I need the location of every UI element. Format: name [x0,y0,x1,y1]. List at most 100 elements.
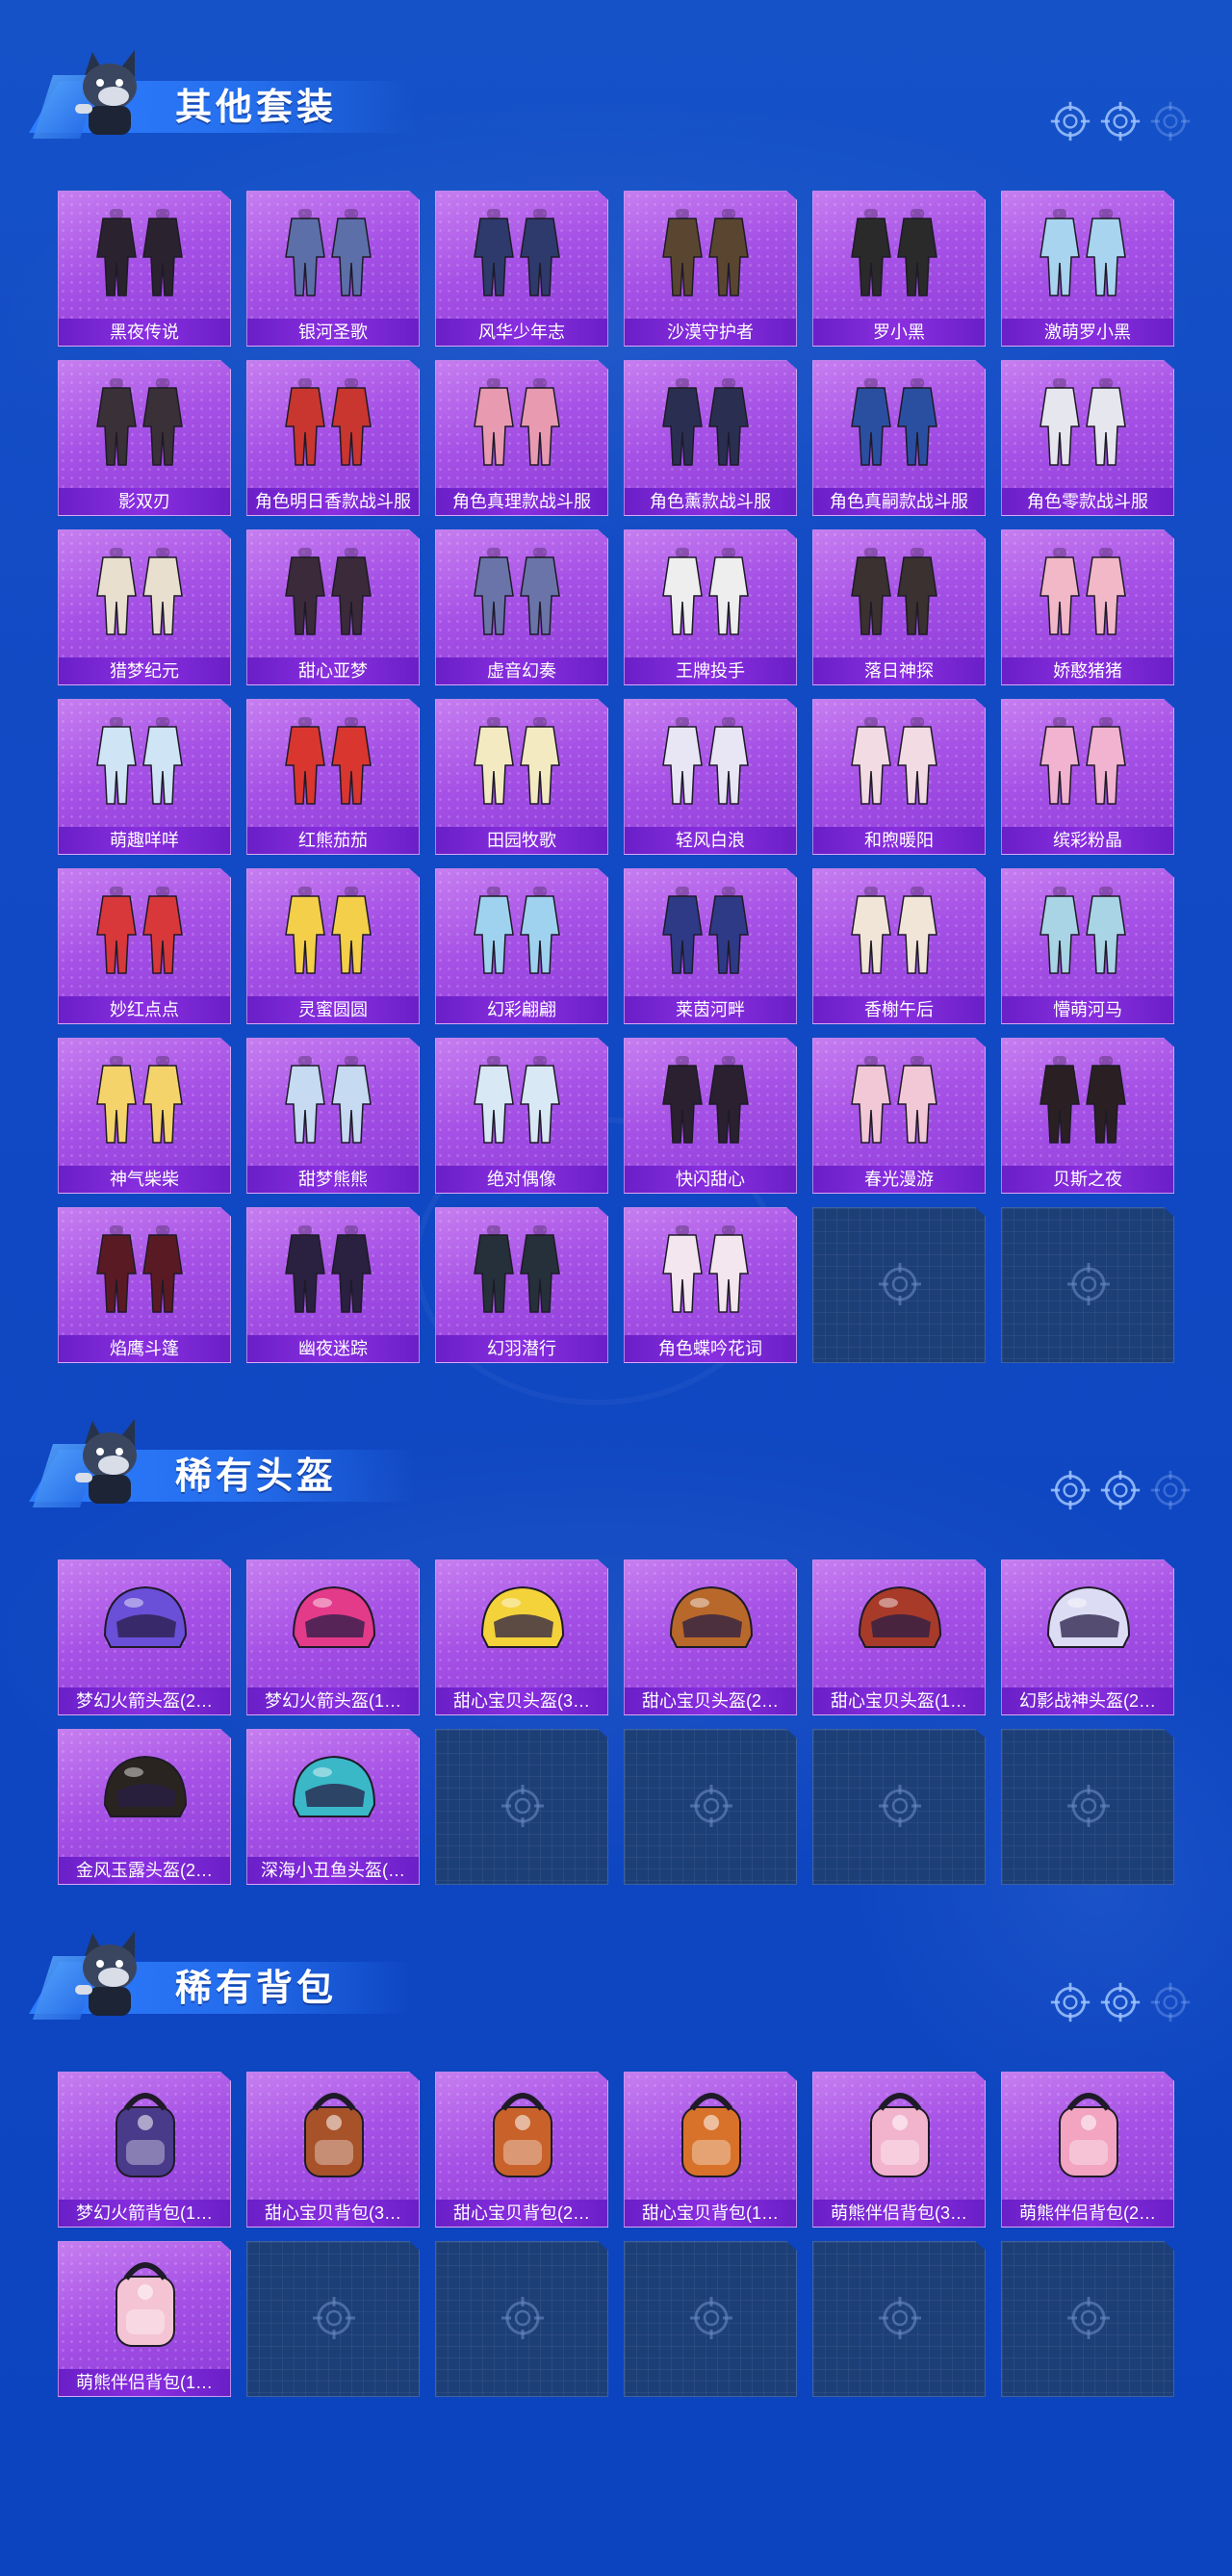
item-card[interactable]: 懵萌河马 [1001,868,1174,1024]
empty-slot-icon [877,2295,923,2341]
helmet-icon [103,1755,188,1817]
item-card[interactable]: 梦幻火箭头盔(2… [58,1559,231,1715]
item-card[interactable]: 幽夜迷踪 [246,1207,420,1363]
empty-slot-icon [1065,2295,1112,2341]
item-card[interactable]: 萌熊伴侣背包(1… [58,2241,231,2397]
crosshair-icon [1067,1263,1110,1305]
item-card[interactable]: 角色薰款战斗服 [624,360,797,516]
item-card[interactable]: 神气柴柴 [58,1038,231,1194]
pager-dot[interactable] [1099,1469,1142,1511]
item-card[interactable]: 风华少年志 [435,191,608,347]
item-image [654,877,769,985]
pager-dot[interactable] [1149,1469,1192,1511]
item-card[interactable]: 角色真嗣款战斗服 [812,360,986,516]
item-card[interactable]: 银河圣歌 [246,191,420,347]
item-image [276,1046,392,1154]
item-card[interactable]: 幻彩翩翩 [435,868,608,1024]
item-card[interactable]: 香榭午后 [812,868,986,1024]
item-label: 梦幻火箭头盔(1… [247,1687,419,1714]
item-label: 甜心宝贝背包(1… [625,2200,796,2227]
crosshair-icon [501,2297,544,2339]
item-card[interactable]: 莱茵河畔 [624,868,797,1024]
item-card[interactable]: 甜心宝贝头盔(1… [812,1559,986,1715]
item-image [276,1738,392,1845]
item-image [88,877,203,985]
item-image [842,877,958,985]
item-card[interactable]: 幻影战神头盔(2… [1001,1559,1174,1715]
item-card[interactable]: 金风玉露头盔(2… [58,1729,231,1885]
item-card[interactable]: 王牌投手 [624,529,797,685]
pager-dot[interactable] [1099,1981,1142,2023]
item-image [1031,877,1146,985]
item-card[interactable]: 娇憨猪猪 [1001,529,1174,685]
item-card[interactable]: 猎梦纪元 [58,529,231,685]
pager-dot[interactable] [1149,100,1192,142]
crosshair-icon [1150,101,1191,142]
item-card[interactable]: 萌熊伴侣背包(3… [812,2072,986,2228]
empty-slot-icon [688,2295,734,2341]
empty-slot [812,1207,986,1363]
item-card[interactable]: 激萌罗小黑 [1001,191,1174,347]
item-card[interactable]: 灵蜜圆圆 [246,868,420,1024]
item-label: 萌熊伴侣背包(3… [813,2200,985,2227]
item-card[interactable]: 萌趣咩咩 [58,699,231,855]
item-card[interactable]: 甜心宝贝背包(1… [624,2072,797,2228]
item-card[interactable]: 红熊茄茄 [246,699,420,855]
item-card[interactable]: 田园牧歌 [435,699,608,855]
pager-dot[interactable] [1099,100,1142,142]
item-card[interactable]: 萌熊伴侣背包(2… [1001,2072,1174,2228]
empty-slot-icon [1065,1783,1112,1829]
item-card[interactable]: 梦幻火箭头盔(1… [246,1559,420,1715]
item-card[interactable]: 罗小黑 [812,191,986,347]
empty-slot-icon [500,1783,546,1829]
item-card[interactable]: 甜心宝贝背包(2… [435,2072,608,2228]
item-card[interactable]: 和煦暖阳 [812,699,986,855]
item-card[interactable]: 贝斯之夜 [1001,1038,1174,1194]
item-card[interactable]: 角色真理款战斗服 [435,360,608,516]
item-label: 王牌投手 [625,657,796,684]
item-card[interactable]: 甜心宝贝头盔(3… [435,1559,608,1715]
outfit-cat-icon [851,209,937,296]
mascot-wrapper [67,1927,150,2023]
item-card[interactable]: 焰鹰斗篷 [58,1207,231,1363]
item-image [654,199,769,307]
pager-dot[interactable] [1049,1469,1091,1511]
item-image [654,708,769,815]
item-label: 和煦暖阳 [813,827,985,854]
item-image [465,2080,580,2188]
item-card[interactable]: 深海小丑鱼头盔(… [246,1729,420,1885]
item-card[interactable]: 快闪甜心 [624,1038,797,1194]
item-card[interactable]: 幻羽潜行 [435,1207,608,1363]
pager-dot[interactable] [1149,1981,1192,2023]
item-card[interactable]: 黑夜传说 [58,191,231,347]
item-card[interactable]: 春光漫游 [812,1038,986,1194]
empty-slot-icon [877,1783,923,1829]
item-label: 角色真嗣款战斗服 [813,488,985,515]
item-card[interactable]: 梦幻火箭背包(1… [58,2072,231,2228]
item-image [842,2080,958,2188]
outfit-dress-icon [285,887,372,974]
item-card[interactable]: 甜梦熊熊 [246,1038,420,1194]
item-card[interactable]: 轻风白浪 [624,699,797,855]
item-image [1031,2080,1146,2188]
outfit-robe-icon [474,209,560,296]
item-label: 春光漫游 [813,1166,985,1193]
item-card[interactable]: 妙红点点 [58,868,231,1024]
pager-dot[interactable] [1049,1981,1091,2023]
backpack-icon [116,2093,175,2177]
item-card[interactable]: 角色明日香款战斗服 [246,360,420,516]
item-card[interactable]: 角色零款战斗服 [1001,360,1174,516]
item-card[interactable]: 绝对偶像 [435,1038,608,1194]
item-card[interactable]: 甜心宝贝背包(3… [246,2072,420,2228]
pager-dot[interactable] [1049,100,1091,142]
item-card[interactable]: 沙漠守护者 [624,191,797,347]
item-card[interactable]: 甜心宝贝头盔(2… [624,1559,797,1715]
item-card[interactable]: 角色蝶吟花词 [624,1207,797,1363]
item-card[interactable]: 缤彩粉晶 [1001,699,1174,855]
item-card[interactable]: 影双刃 [58,360,231,516]
empty-slot [435,1729,608,1885]
item-card[interactable]: 落日神探 [812,529,986,685]
wolf-mascot-icon [75,1419,137,1504]
item-card[interactable]: 虚音幻奏 [435,529,608,685]
item-card[interactable]: 甜心亚梦 [246,529,420,685]
